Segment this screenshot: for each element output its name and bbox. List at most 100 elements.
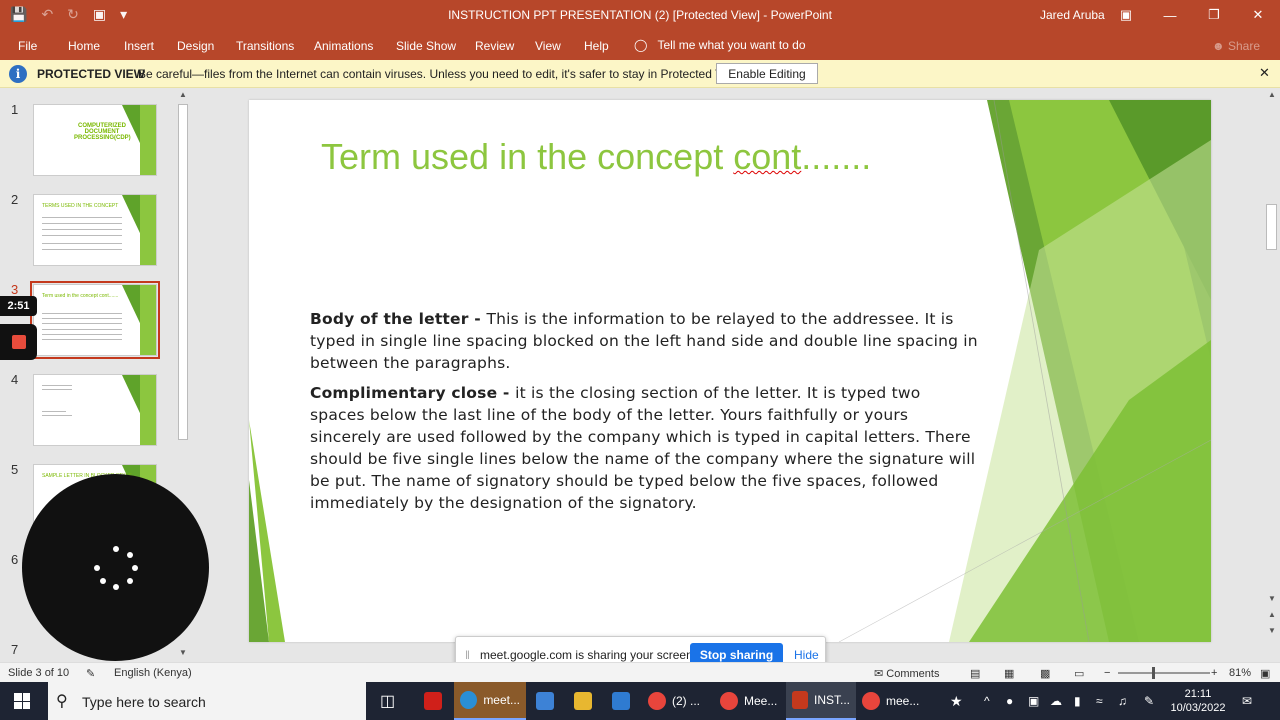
taskbar-powerpoint[interactable]: INST... <box>786 682 856 720</box>
cloud-icon[interactable]: ☁ <box>1044 682 1068 720</box>
taskbar-chrome-2[interactable]: Mee... <box>714 682 786 720</box>
prev-slide-icon[interactable]: ▲ <box>1268 610 1276 619</box>
title-bar: 💾 ↶ ↻ ▣ ▾ INSTRUCTION PPT PRESENTATION (… <box>0 0 1280 30</box>
volume-icon[interactable]: ♫ <box>1112 682 1133 720</box>
slide-thumbnail-4[interactable] <box>33 374 157 446</box>
taskbar-search[interactable]: ⚲ Type here to search <box>48 682 366 720</box>
body-paragraph: Complimentary close - it is the closing … <box>310 382 980 514</box>
tab-review[interactable]: Review <box>475 39 514 53</box>
enable-editing-button[interactable]: Enable Editing <box>716 63 818 84</box>
wifi-icon[interactable]: ≈ <box>1090 682 1109 720</box>
tab-insert[interactable]: Insert <box>124 39 154 53</box>
taskbar-edge-meet[interactable]: meet... <box>454 682 526 720</box>
taskbar-chrome-1[interactable]: (2) ... <box>642 682 714 720</box>
stop-recording-button[interactable] <box>0 324 37 360</box>
scroll-down-icon[interactable]: ▼ <box>1268 594 1276 603</box>
title-misspelled-word: cont <box>733 136 802 177</box>
tell-me-text: Tell me what you want to do <box>657 38 806 52</box>
thumb-title: Term used in the concept cont....... <box>42 293 119 299</box>
tab-file[interactable]: File <box>18 39 37 53</box>
slide-sorter-icon[interactable]: ▦ <box>1004 667 1014 680</box>
close-icon[interactable]: ✕ <box>1236 0 1280 30</box>
tab-help[interactable]: Help <box>584 39 609 53</box>
slide-thumbnail-2[interactable]: TERMS USED IN THE CONCEPT <box>33 194 157 266</box>
protected-view-label: PROTECTED VIEW <box>37 67 146 81</box>
pen-icon[interactable]: ✎ <box>1138 682 1160 720</box>
microphone-icon[interactable]: ● <box>1000 682 1019 720</box>
thumb-title: COMPUTERIZED DOCUMENT PROCESSING(CDP) <box>74 123 131 141</box>
taskbar-chrome-3[interactable]: mee... <box>856 682 928 720</box>
fit-slide-icon[interactable]: ▣ <box>1260 667 1270 680</box>
store-icon[interactable] <box>530 682 560 720</box>
loading-spinner-icon <box>94 546 138 590</box>
share-message: meet.google.com is sharing your screen. <box>480 648 696 662</box>
ribbon-tabs: File Home Insert Design Transitions Anim… <box>0 30 1280 60</box>
search-icon: ⚲ <box>56 693 68 710</box>
hide-button[interactable]: Hide <box>794 648 819 662</box>
clock-date: 10/03/2022 <box>1170 702 1226 714</box>
ribbon-display-icon[interactable]: ▣ <box>1104 0 1148 30</box>
tray-chevron-icon[interactable]: ^ <box>978 682 996 720</box>
slide-thumbnail-1[interactable]: COMPUTERIZED DOCUMENT PROCESSING(CDP) <box>33 104 157 176</box>
share-button[interactable]: ☻ Share <box>1212 39 1260 53</box>
zoom-slider-thumb[interactable] <box>1152 667 1155 679</box>
tab-transitions[interactable]: Transitions <box>236 39 294 53</box>
thumb-number: 2 <box>11 192 19 207</box>
mail-icon[interactable] <box>606 682 636 720</box>
comments-button[interactable]: ✉ Comments <box>874 667 939 680</box>
taskbar-item-label: Mee... <box>744 694 778 708</box>
spelling-icon[interactable]: ✎ <box>86 667 95 680</box>
user-name[interactable]: Jared Aruba <box>1040 8 1105 22</box>
scroll-thumb[interactable] <box>1266 204 1277 250</box>
normal-view-icon[interactable]: ▤ <box>970 667 980 680</box>
tab-home[interactable]: Home <box>68 39 100 53</box>
file-explorer-icon[interactable] <box>568 682 598 720</box>
slide-thumbnail-3[interactable]: Term used in the concept cont....... <box>30 281 160 359</box>
reading-view-icon[interactable]: ▩ <box>1040 667 1050 680</box>
thumb-number: 4 <box>11 372 19 387</box>
slide-show-icon[interactable]: ▭ <box>1074 667 1084 680</box>
acrobat-icon[interactable] <box>418 682 448 720</box>
meet-tray-icon[interactable]: ▣ <box>1022 682 1045 720</box>
slide-canvas[interactable]: Term used in the concept cont....... Bod… <box>249 100 1211 642</box>
close-bar-icon[interactable]: ✕ <box>1259 65 1270 81</box>
search-placeholder: Type here to search <box>82 694 206 710</box>
scroll-thumb[interactable] <box>178 104 188 440</box>
tab-view[interactable]: View <box>535 39 561 53</box>
zoom-level[interactable]: 81% <box>1229 667 1251 679</box>
thumb-number: 6 <box>11 552 19 567</box>
slide-body-text[interactable]: Body of the letter - This is the informa… <box>310 308 980 522</box>
recording-timer: 2:51 <box>0 296 37 316</box>
title-text: Term used in the concept <box>321 136 734 177</box>
task-view-icon[interactable]: ◫ <box>374 682 401 720</box>
body-paragraph: Body of the letter - This is the informa… <box>310 308 980 374</box>
tell-me-box[interactable]: ◯ Tell me what you want to do <box>634 38 806 52</box>
zoom-in-icon[interactable]: + <box>1211 667 1217 679</box>
tab-slide-show[interactable]: Slide Show <box>396 39 456 53</box>
zoom-out-icon[interactable]: − <box>1104 667 1110 679</box>
taskbar-item-label: mee... <box>886 694 920 708</box>
tab-animations[interactable]: Animations <box>314 39 373 53</box>
tab-design[interactable]: Design <box>177 39 214 53</box>
slide-title[interactable]: Term used in the concept cont....... <box>321 136 871 178</box>
scroll-down-icon[interactable]: ▼ <box>179 648 187 657</box>
scroll-up-icon[interactable]: ▲ <box>1268 90 1276 99</box>
slide-scrollbar[interactable]: ▲ ▼ ▲ ▼ <box>1264 88 1280 662</box>
battery-icon[interactable]: ▮ <box>1068 682 1087 720</box>
camera-bubble[interactable] <box>22 474 209 661</box>
minimize-icon[interactable]: — <box>1148 0 1192 30</box>
scroll-up-icon[interactable]: ▲ <box>179 90 187 99</box>
zoom-slider[interactable] <box>1118 667 1210 679</box>
people-icon[interactable]: ★ <box>944 682 969 720</box>
thumb-number: 3 <box>11 282 19 297</box>
title-tail: ....... <box>801 136 872 177</box>
maximize-icon[interactable]: ❐ <box>1192 0 1236 30</box>
notifications-icon[interactable]: ✉ <box>1236 682 1258 720</box>
language[interactable]: English (Kenya) <box>114 667 192 679</box>
drag-handle-icon[interactable]: ‖ <box>465 648 470 662</box>
thumb-number: 5 <box>11 462 19 477</box>
share-domain: meet.google.com <box>480 648 573 662</box>
windows-start-icon[interactable] <box>14 693 30 709</box>
next-slide-icon[interactable]: ▼ <box>1268 626 1276 635</box>
taskbar-clock[interactable]: 21:11 10/03/2022 <box>1170 687 1226 715</box>
